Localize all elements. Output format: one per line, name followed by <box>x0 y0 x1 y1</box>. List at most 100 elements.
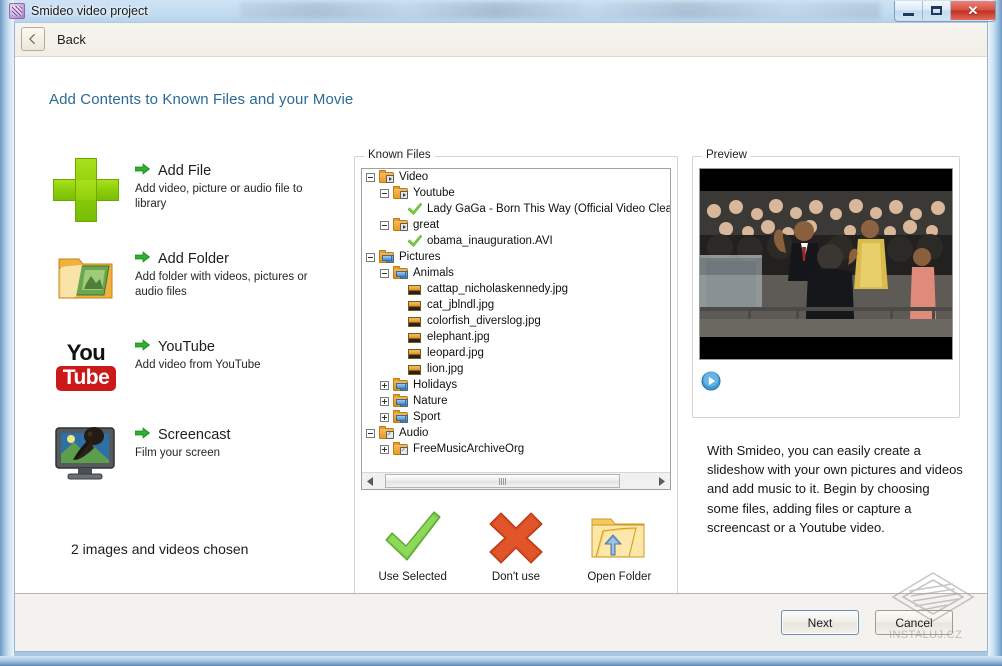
collapse-icon[interactable] <box>366 252 375 262</box>
tree-node[interactable]: cattap_nicholaskennedy.jpg <box>362 281 670 297</box>
audio-folder-icon <box>393 442 409 456</box>
preview-legend: Preview <box>702 149 751 161</box>
tree-node[interactable]: leopard.jpg <box>362 345 670 361</box>
expand-icon[interactable] <box>380 380 389 390</box>
window-frame-left <box>0 0 14 666</box>
tree-node-label: elephant.jpg <box>427 331 490 343</box>
use-selected-label: Use Selected <box>378 571 447 583</box>
window-frame-right <box>988 0 1002 666</box>
page-title: Add Contents to Known Files and your Mov… <box>49 91 354 108</box>
maximize-icon <box>931 6 942 15</box>
window-controls: ✕ <box>894 1 996 22</box>
tree-node[interactable]: Sport <box>362 409 670 425</box>
tree-node-label: Audio <box>399 427 429 439</box>
tree-node[interactable]: Holidays <box>362 377 670 393</box>
green-check-icon <box>407 234 423 248</box>
green-plus-icon <box>43 151 129 229</box>
collapse-icon[interactable] <box>380 268 389 278</box>
tree-node[interactable]: FreeMusicArchiveOrg <box>362 441 670 457</box>
options-list: Add File Add video, picture or audio fil… <box>43 151 343 503</box>
scrollbar-track[interactable] <box>379 473 653 489</box>
collapse-icon[interactable] <box>366 428 375 438</box>
tree-scroll-viewport: Video Youtube Lady GaGa - Born This Way (O… <box>362 169 670 472</box>
option-add-file[interactable]: Add File Add video, picture or audio fil… <box>43 151 343 239</box>
photo-file-icon <box>407 298 423 312</box>
tree-node[interactable]: obama_inauguration.AVI <box>362 233 670 249</box>
description-text: With Smideo, you can easily create a sli… <box>707 443 963 535</box>
minimize-icon <box>903 12 914 16</box>
tree-node-label: Youtube <box>413 187 455 199</box>
monitor-screencast-icon <box>43 415 129 493</box>
option-add-file-body: Add File Add video, picture or audio fil… <box>134 151 320 212</box>
tree-node[interactable]: Audio <box>362 425 670 441</box>
tree-node-label: lion.jpg <box>427 363 464 375</box>
preview-video-frame[interactable] <box>699 168 953 360</box>
open-folder-button[interactable]: Open Folder <box>571 507 667 583</box>
tree-node[interactable]: Lady GaGa - Born This Way (Official Vide… <box>362 201 670 217</box>
tree-node[interactable]: Nature <box>362 393 670 409</box>
scroll-left-arrow-icon[interactable] <box>362 473 379 489</box>
photo-file-icon <box>407 314 423 328</box>
play-icon[interactable] <box>701 371 721 391</box>
tree-node[interactable]: Video <box>362 169 670 185</box>
picture-folder-icon <box>379 250 395 264</box>
tree-node-spacer <box>394 317 403 326</box>
photo-file-icon <box>407 362 423 376</box>
window-frame-bottom <box>0 656 1002 666</box>
expand-icon[interactable] <box>380 396 389 406</box>
tree-node[interactable]: Pictures <box>362 249 670 265</box>
tree-node[interactable]: lion.jpg <box>362 361 670 377</box>
tree-node[interactable]: great <box>362 217 670 233</box>
tree-node-label: Lady GaGa - Born This Way (Official Vide… <box>427 203 670 215</box>
client-area: Back Add Contents to Known Files and you… <box>14 22 988 652</box>
tree-node-label: great <box>413 219 440 231</box>
option-youtube[interactable]: You Tube YouTube Add video from YouTube <box>43 327 343 415</box>
use-selected-button[interactable]: Use Selected <box>365 507 461 583</box>
green-arrow-icon <box>134 338 151 356</box>
cancel-button[interactable]: Cancel <box>875 610 953 635</box>
known-files-tree[interactable]: Video Youtube Lady GaGa - Born This Way (O… <box>361 168 671 490</box>
option-screencast-title: Screencast <box>158 427 231 443</box>
tree-node-label: Holidays <box>413 379 458 391</box>
red-x-icon <box>468 507 564 569</box>
back-button[interactable]: Back <box>21 27 86 51</box>
green-arrow-icon <box>134 426 151 444</box>
tree-node-label: Nature <box>413 395 448 407</box>
dont-use-label: Don't use <box>491 571 541 583</box>
tree-node[interactable]: Youtube <box>362 185 670 201</box>
collapse-icon[interactable] <box>380 220 389 230</box>
tree-node-spacer <box>394 205 403 214</box>
tree-node-spacer <box>394 301 403 310</box>
tree-node[interactable]: colorfish_diverslog.jpg <box>362 313 670 329</box>
close-button[interactable]: ✕ <box>951 1 995 20</box>
maximize-button[interactable] <box>923 1 951 20</box>
option-screencast-desc: Film your screen <box>135 447 220 459</box>
expand-icon[interactable] <box>380 412 389 422</box>
audio-folder-icon <box>379 426 395 440</box>
option-screencast[interactable]: Screencast Film your screen <box>43 415 343 503</box>
option-add-file-title: Add File <box>158 163 212 179</box>
scrollbar-grip-icon <box>499 477 506 485</box>
tree-node[interactable]: Animals <box>362 265 670 281</box>
title-bar[interactable]: Smideo video project ✕ <box>0 0 1002 22</box>
scrollbar-thumb[interactable] <box>385 474 620 488</box>
collapse-icon[interactable] <box>380 188 389 198</box>
collapse-icon[interactable] <box>366 172 375 182</box>
picture-folder-icon <box>393 266 409 280</box>
dont-use-button[interactable]: Don't use <box>468 507 564 583</box>
tree-node[interactable]: cat_jblndl.jpg <box>362 297 670 313</box>
youtube-logo-top: You <box>66 339 106 365</box>
expand-icon[interactable] <box>380 444 389 454</box>
app-icon <box>9 3 25 19</box>
next-button[interactable]: Next <box>781 610 859 635</box>
option-add-folder[interactable]: Add Folder Add folder with videos, pictu… <box>43 239 343 327</box>
tree-node-label: Pictures <box>399 251 441 263</box>
tree-node[interactable]: elephant.jpg <box>362 329 670 345</box>
tree-node-label: FreeMusicArchiveOrg <box>413 443 525 455</box>
video-folder-icon <box>393 218 409 232</box>
tree-node-label: Sport <box>413 411 441 423</box>
minimize-button[interactable] <box>895 1 923 20</box>
folder-with-pictures-icon <box>43 239 129 317</box>
horizontal-scrollbar[interactable] <box>362 472 670 489</box>
scroll-right-arrow-icon[interactable] <box>653 473 670 489</box>
